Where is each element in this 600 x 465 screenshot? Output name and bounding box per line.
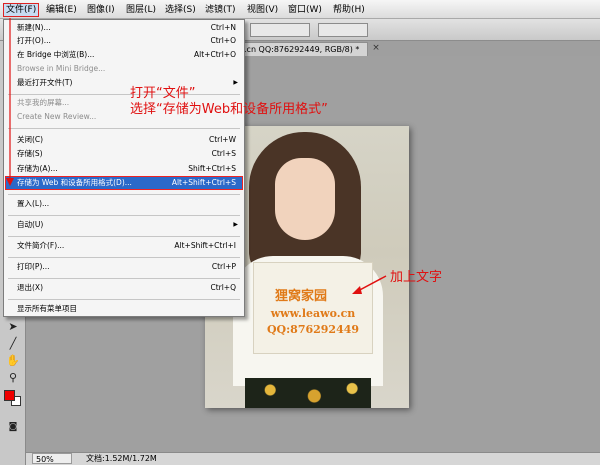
- menu-item-save-for-web[interactable]: 存储为 Web 和设备所用格式(D)... Alt+Shift+Ctrl+S: [5, 176, 243, 190]
- menu-separator: [8, 194, 240, 195]
- menu-view[interactable]: 视图(V): [245, 3, 280, 17]
- zoom-field[interactable]: 50%: [32, 453, 72, 464]
- menu-file[interactable]: 文件(F): [3, 3, 40, 17]
- menu-edit[interactable]: 编辑(E): [44, 3, 79, 17]
- menu-item-save[interactable]: 存储(S) Ctrl+S: [6, 148, 242, 160]
- menu-layer[interactable]: 图层(L): [124, 3, 158, 17]
- document-tab[interactable]: .cn QQ:876292449, RGB/8) *: [240, 42, 368, 56]
- option-control[interactable]: [318, 23, 368, 37]
- menu-item-show-all[interactable]: 显示所有菜单项目: [6, 303, 242, 315]
- menu-item-open[interactable]: 打开(O)... Ctrl+O: [6, 35, 242, 47]
- menu-item-recent[interactable]: 最近打开文件(T) ▶: [6, 77, 242, 89]
- hand-tool-icon[interactable]: ✋: [5, 353, 21, 369]
- menu-separator: [8, 299, 240, 300]
- menu-separator: [8, 257, 240, 258]
- doc-info: 文档:1.52M/1.72M: [86, 454, 157, 463]
- sign-text-qq: QQ:876292449: [266, 323, 360, 336]
- menu-select[interactable]: 选择(S): [163, 3, 198, 17]
- zoom-tool-icon[interactable]: ⚲: [5, 370, 21, 386]
- annotation-select-save-for-web: 选择“存储为Web和设备所用格式”: [130, 102, 328, 117]
- menu-item-new[interactable]: 新建(N)... Ctrl+N: [6, 22, 242, 34]
- option-control[interactable]: [250, 23, 310, 37]
- close-icon[interactable]: ×: [371, 43, 381, 53]
- menu-separator: [8, 215, 240, 216]
- menu-item-automate[interactable]: 自动(U) ▶: [6, 219, 242, 231]
- quick-mask-icon[interactable]: ◙: [5, 419, 21, 435]
- submenu-arrow-icon: ▶: [233, 79, 238, 86]
- move-tool-icon[interactable]: ➤: [5, 319, 21, 335]
- foreground-color-swatch[interactable]: [4, 390, 15, 401]
- menu-separator: [8, 278, 240, 279]
- sign-text-title: 狸窝家园: [274, 289, 327, 304]
- menu-item-close[interactable]: 关闭(C) Ctrl+W: [6, 134, 242, 146]
- menu-window[interactable]: 窗口(W): [286, 3, 324, 17]
- status-bar: 50% 文档:1.52M/1.72M: [26, 452, 600, 465]
- file-menu-dropdown: 新建(N)... Ctrl+N 打开(O)... Ctrl+O 在 Bridge 中…: [3, 19, 245, 317]
- submenu-arrow-icon: ▶: [233, 221, 238, 228]
- sign-text-url: www.leawo.cn: [270, 307, 356, 320]
- menu-item-mini-bridge: Browse in Mini Bridge...: [17, 64, 106, 73]
- photo-skirt: [245, 378, 371, 408]
- menu-bar: 文件(F) 编辑(E) 图像(I) 图层(L) 选择(S) 滤镜(T) 视图(V…: [0, 0, 600, 19]
- menu-separator: [8, 94, 240, 95]
- menu-separator: [8, 236, 240, 237]
- menu-separator: [8, 128, 240, 129]
- photo-sign: 狸窝家园 www.leawo.cn QQ:876292449: [253, 262, 373, 354]
- menu-item-file-info[interactable]: 文件简介(F)... Alt+Shift+Ctrl+I: [6, 240, 242, 252]
- menu-item-print[interactable]: 打印(P)... Ctrl+P: [6, 261, 242, 273]
- menu-item-exit[interactable]: 退出(X) Ctrl+Q: [6, 282, 242, 294]
- photo-face: [275, 158, 335, 240]
- annotation-add-text: 加上文字: [390, 270, 443, 285]
- menu-filter[interactable]: 滤镜(T): [203, 3, 238, 17]
- menu-item-save-as[interactable]: 存储为(A)... Shift+Ctrl+S: [6, 163, 242, 175]
- menu-image[interactable]: 图像(I): [85, 3, 117, 17]
- menu-item-place[interactable]: 置入(L)...: [6, 198, 242, 210]
- menu-item-bridge[interactable]: 在 Bridge 中浏览(B)... Alt+Ctrl+O: [6, 49, 242, 61]
- menu-help[interactable]: 帮助(H): [331, 3, 367, 17]
- pen-tool-icon[interactable]: ╱: [5, 336, 21, 352]
